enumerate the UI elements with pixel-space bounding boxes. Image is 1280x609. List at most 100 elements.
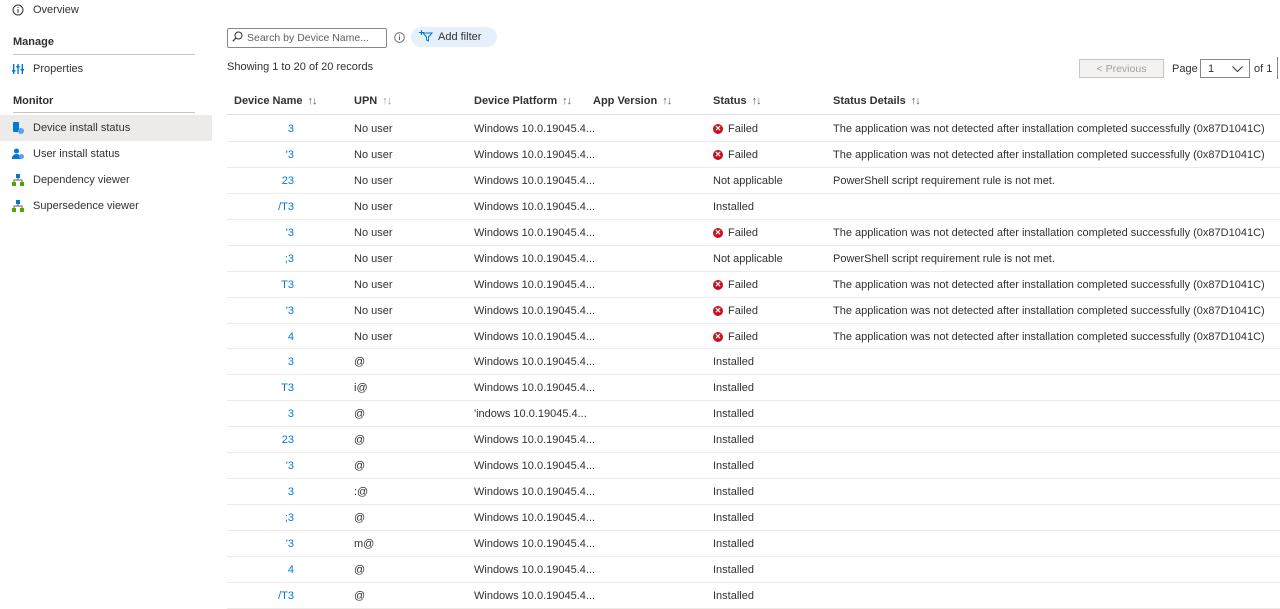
device-name-link[interactable]: ;3 bbox=[285, 512, 294, 524]
filter-add-icon bbox=[419, 29, 434, 45]
table-row[interactable]: '3 m@ Windows 10.0.19045.4... ✕Installed bbox=[227, 531, 1280, 557]
add-filter-label: Add filter bbox=[438, 31, 482, 43]
failed-icon: ✕ bbox=[713, 331, 723, 342]
upn-cell: No user bbox=[354, 330, 393, 343]
search-input[interactable] bbox=[247, 32, 381, 44]
sidebar-item-overview[interactable]: Overview bbox=[0, 0, 212, 23]
upn-cell: No user bbox=[354, 226, 393, 239]
status-cell: ✕Not applicable bbox=[713, 253, 783, 265]
upn-cell: m@ bbox=[354, 538, 375, 550]
device-name-link[interactable]: '3 bbox=[286, 149, 294, 161]
sidebar-item-supersedence-viewer[interactable]: Supersedence viewer bbox=[0, 193, 212, 219]
column-header-app-version[interactable]: App Version ↑↓ bbox=[593, 95, 672, 107]
table-row[interactable]: 4 @ Windows 10.0.19045.4... ✕Installed bbox=[227, 557, 1280, 583]
column-header-status[interactable]: Status ↑↓ bbox=[713, 95, 762, 107]
column-label: App Version bbox=[593, 95, 658, 107]
platform-cell: Windows 10.0.19045.4... bbox=[474, 174, 596, 187]
device-name-link[interactable]: ;3 bbox=[285, 253, 294, 265]
sidebar: Overview Manage Properties Monitor Devic… bbox=[0, 0, 212, 609]
previous-page-button[interactable]: < Previous bbox=[1079, 59, 1164, 78]
add-filter-button[interactable]: Add filter bbox=[411, 27, 497, 47]
platform-cell: Windows 10.0.19045.4... bbox=[474, 486, 596, 499]
status-cell: ✕Installed bbox=[713, 564, 754, 576]
column-header-status-details[interactable]: Status Details ↑↓ bbox=[833, 95, 921, 107]
table-row[interactable]: 4 No user Windows 10.0.19045.4... ✕ Failed Th… bbox=[227, 324, 1280, 350]
info-icon[interactable] bbox=[394, 32, 405, 46]
table-row[interactable]: '3 No user Windows 10.0.19045.4... ✕ Failed T… bbox=[227, 220, 1280, 246]
search-icon bbox=[232, 31, 243, 45]
device-name-link[interactable]: 4 bbox=[288, 564, 294, 576]
failed-icon: ✕ bbox=[713, 279, 723, 290]
table-body: 3 No user Windows 10.0.19045.4... ✕ Failed Th… bbox=[227, 116, 1280, 609]
status-cell: ✕ Failed bbox=[713, 123, 758, 135]
table-row[interactable]: 3 @ Windows 10.0.19045.4... ✕Installed bbox=[227, 349, 1280, 376]
platform-cell: Windows 10.0.19045.4... bbox=[474, 460, 596, 473]
page-select[interactable]: 1 bbox=[1200, 59, 1250, 78]
device-name-link[interactable]: 3 bbox=[288, 486, 294, 498]
table-row[interactable]: ;3 No user Windows 10.0.19045.4... ✕Not app… bbox=[227, 246, 1280, 272]
sidebar-item-properties[interactable]: Properties bbox=[0, 56, 212, 82]
table-row[interactable]: ;3 @ Windows 10.0.19045.4... ✕Installed bbox=[227, 505, 1280, 531]
device-name-link[interactable]: '3 bbox=[286, 305, 294, 317]
platform-cell: Windows 10.0.19045.4... bbox=[474, 123, 596, 135]
table-row[interactable]: 3 @ 'indows 10.0.19045.4... ✕Installed bbox=[227, 401, 1280, 428]
sidebar-item-label: Supersedence viewer bbox=[33, 200, 139, 212]
column-header-device-platform[interactable]: Device Platform ↑↓ bbox=[474, 95, 572, 107]
upn-cell: No user bbox=[354, 252, 393, 265]
sort-icon: ↑↓ bbox=[307, 95, 318, 107]
device-name-link[interactable]: 4 bbox=[288, 331, 294, 343]
device-name-link[interactable]: T3 bbox=[281, 279, 294, 291]
status-details-cell: PowerShell script requirement rule is no… bbox=[833, 174, 1055, 187]
table-row[interactable]: 23 No user Windows 10.0.19045.4... ✕Not app… bbox=[227, 168, 1280, 194]
platform-cell: Windows 10.0.19045.4... bbox=[474, 382, 596, 395]
device-name-link[interactable]: '3 bbox=[286, 460, 294, 472]
table-row[interactable]: T3 No user Windows 10.0.19045.4... ✕ Failed T… bbox=[227, 272, 1280, 298]
sort-icon: ↑↓ bbox=[662, 95, 672, 107]
column-header-upn[interactable]: UPN ↑↓ bbox=[354, 95, 392, 107]
column-header-device-name[interactable]: Device Name ↑↓ bbox=[234, 95, 318, 107]
sidebar-item-device-install-status[interactable]: Device install status bbox=[0, 115, 212, 141]
device-name-link[interactable]: 3 bbox=[288, 123, 294, 135]
sidebar-item-label: Properties bbox=[33, 63, 84, 75]
divider bbox=[13, 54, 195, 55]
status-cell: ✕Installed bbox=[713, 538, 754, 550]
status-cell: ✕ Failed bbox=[713, 305, 758, 317]
table-row[interactable]: 3:@ Windows 10.0.19045.4... ✕Installed bbox=[227, 479, 1280, 506]
next-page-button[interactable] bbox=[1277, 57, 1278, 79]
divider bbox=[13, 112, 195, 113]
status-label: Installed bbox=[713, 589, 754, 602]
table-row[interactable]: 3 No user Windows 10.0.19045.4... ✕ Failed Th… bbox=[227, 116, 1280, 142]
device-name-link[interactable]: 3 bbox=[288, 356, 294, 368]
table-row[interactable]: '3 No user Windows 10.0.19045.4... ✕ Failed T… bbox=[227, 142, 1280, 168]
records-count: Showing 1 to 20 of 20 records bbox=[227, 61, 374, 73]
status-cell: ✕Installed bbox=[713, 590, 754, 602]
status-label: Installed bbox=[713, 563, 754, 576]
device-name-link[interactable]: /T3 bbox=[278, 590, 294, 602]
device-name-link[interactable]: 23 bbox=[282, 175, 294, 187]
device-name-link[interactable]: /T3 bbox=[278, 201, 294, 213]
table-row[interactable]: /T3 No user Windows 10.0.19045.4... ✕Instal… bbox=[227, 194, 1280, 220]
sidebar-item-dependency-viewer[interactable]: Dependency viewer bbox=[0, 167, 212, 193]
device-name-link[interactable]: '3 bbox=[286, 227, 294, 239]
status-label: Installed bbox=[713, 486, 754, 499]
status-label: Failed bbox=[728, 330, 758, 343]
table-row[interactable]: T3 i@ Windows 10.0.19045.4... ✕Installed bbox=[227, 375, 1280, 402]
search-box[interactable] bbox=[227, 28, 387, 48]
table-row[interactable]: '3 No user Windows 10.0.19045.4... ✕ Failed T… bbox=[227, 298, 1280, 324]
platform-cell: Windows 10.0.19045.4... bbox=[474, 304, 596, 317]
table-row[interactable]: '3 @ Windows 10.0.19045.4... ✕Installed bbox=[227, 453, 1280, 480]
user-status-icon bbox=[12, 148, 24, 160]
supersedence-icon bbox=[12, 200, 24, 212]
sidebar-item-user-install-status[interactable]: User install status bbox=[0, 141, 212, 167]
upn-cell: @ bbox=[354, 460, 366, 473]
upn-cell: :@ bbox=[354, 486, 369, 499]
platform-cell: Windows 10.0.19045.4... bbox=[474, 589, 596, 602]
table-row[interactable]: 23 @ Windows 10.0.19045.4... ✕Installed bbox=[227, 427, 1280, 454]
status-cell: ✕ Failed bbox=[713, 227, 758, 239]
table-row[interactable]: /T3 @ Windows 10.0.19045.4... ✕Installed bbox=[227, 583, 1280, 609]
device-name-link[interactable]: T3 bbox=[281, 382, 294, 394]
failed-icon: ✕ bbox=[713, 227, 723, 238]
device-name-link[interactable]: 3 bbox=[288, 408, 294, 420]
device-name-link[interactable]: 23 bbox=[282, 434, 294, 446]
device-name-link[interactable]: '3 bbox=[286, 538, 294, 550]
